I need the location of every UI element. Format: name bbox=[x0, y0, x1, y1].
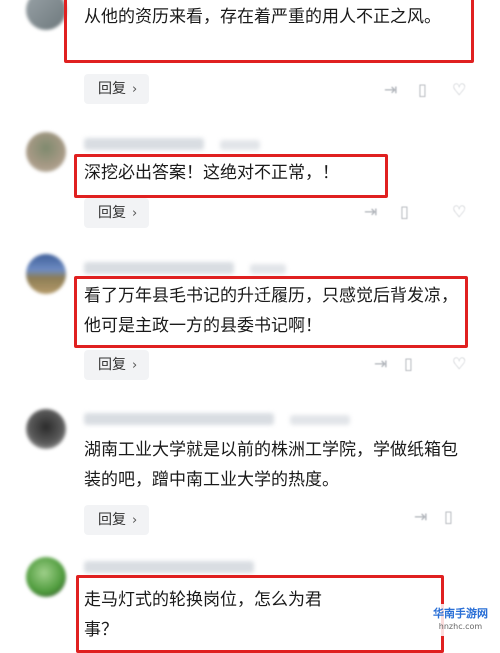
share-icon[interactable]: ⇥ bbox=[374, 354, 387, 373]
avatar[interactable] bbox=[26, 557, 66, 597]
reply-button[interactable]: 回复 › bbox=[84, 505, 150, 535]
like-icon[interactable]: ♡ bbox=[452, 80, 466, 99]
action-icons: ⇥ ▯ ♡ bbox=[384, 80, 474, 100]
comment-icon[interactable]: ▯ bbox=[418, 80, 427, 99]
username-blurred bbox=[84, 138, 204, 150]
username-blurred bbox=[84, 413, 274, 425]
comment-text: 看了万年县毛书记的升迁履历，只感觉后背发凉，他可是主政一方的县委书记啊！ bbox=[84, 286, 458, 336]
action-icons: ⇥ ▯ ♡ bbox=[364, 202, 474, 222]
chevron-right-icon: › bbox=[132, 513, 138, 528]
comment-icon[interactable]: ▯ bbox=[400, 202, 409, 221]
action-icons: ⇥ ▯ ♡ bbox=[374, 354, 474, 374]
reply-button[interactable]: 回复 › bbox=[84, 74, 150, 104]
comment-icon[interactable]: ▯ bbox=[404, 354, 413, 373]
share-icon[interactable]: ⇥ bbox=[384, 80, 397, 99]
username-blurred bbox=[84, 561, 254, 573]
comment-icon[interactable]: ▯ bbox=[444, 507, 453, 526]
avatar[interactable] bbox=[26, 409, 66, 449]
meta-blurred bbox=[290, 415, 350, 425]
avatar[interactable] bbox=[26, 132, 66, 172]
watermark-subtitle: hnzhc.com bbox=[438, 622, 483, 631]
reply-label: 回复 bbox=[98, 512, 126, 528]
username-blurred bbox=[84, 262, 234, 274]
comment-4: 湖南工业大学就是以前的株洲工学院，学做纸箱包装的吧，蹭中南工业大学的热度。 回复… bbox=[0, 405, 500, 545]
comment-text: 湖南工业大学就是以前的株洲工学院，学做纸箱包装的吧，蹭中南工业大学的热度。 bbox=[84, 440, 458, 490]
chevron-right-icon: › bbox=[132, 82, 138, 97]
comment-1: 从他的资历来看，存在着严重的用人不正之风。 回复 › ⇥ ▯ ♡ bbox=[0, 0, 500, 110]
reply-label: 回复 bbox=[98, 357, 126, 373]
meta-blurred bbox=[250, 264, 286, 274]
chevron-right-icon: › bbox=[132, 206, 138, 221]
reply-label: 回复 bbox=[98, 205, 126, 221]
watermark: 华南手游网 hnzhc.com bbox=[427, 604, 494, 636]
action-icons: ⇥ ▯ bbox=[414, 507, 474, 527]
reply-label: 回复 bbox=[98, 81, 126, 97]
avatar[interactable] bbox=[26, 0, 66, 30]
comment-2: 深挖必出答案！这绝对不正常，！ 回复 › ⇥ ▯ ♡ bbox=[0, 128, 500, 238]
comment-text: 从他的资历来看，存在着严重的用人不正之风。 bbox=[84, 7, 441, 27]
comment-text: 深挖必出答案！这绝对不正常，！ bbox=[84, 163, 339, 183]
comment-3: 看了万年县毛书记的升迁履历，只感觉后背发凉，他可是主政一方的县委书记啊！ 回复 ›… bbox=[0, 250, 500, 395]
meta-blurred bbox=[220, 140, 260, 150]
reply-button[interactable]: 回复 › bbox=[84, 350, 150, 380]
watermark-title: 华南手游网 bbox=[433, 607, 488, 620]
reply-button[interactable]: 回复 › bbox=[84, 198, 150, 228]
share-icon[interactable]: ⇥ bbox=[364, 202, 377, 221]
like-icon[interactable]: ♡ bbox=[452, 354, 466, 373]
comment-5: 走马灯式的轮换岗位，怎么为君 事？ bbox=[0, 555, 500, 653]
avatar[interactable] bbox=[26, 254, 66, 294]
chevron-right-icon: › bbox=[132, 358, 138, 373]
share-icon[interactable]: ⇥ bbox=[414, 507, 427, 526]
comment-text: 走马灯式的轮换岗位，怎么为君 事？ bbox=[84, 590, 322, 640]
like-icon[interactable]: ♡ bbox=[452, 202, 466, 221]
